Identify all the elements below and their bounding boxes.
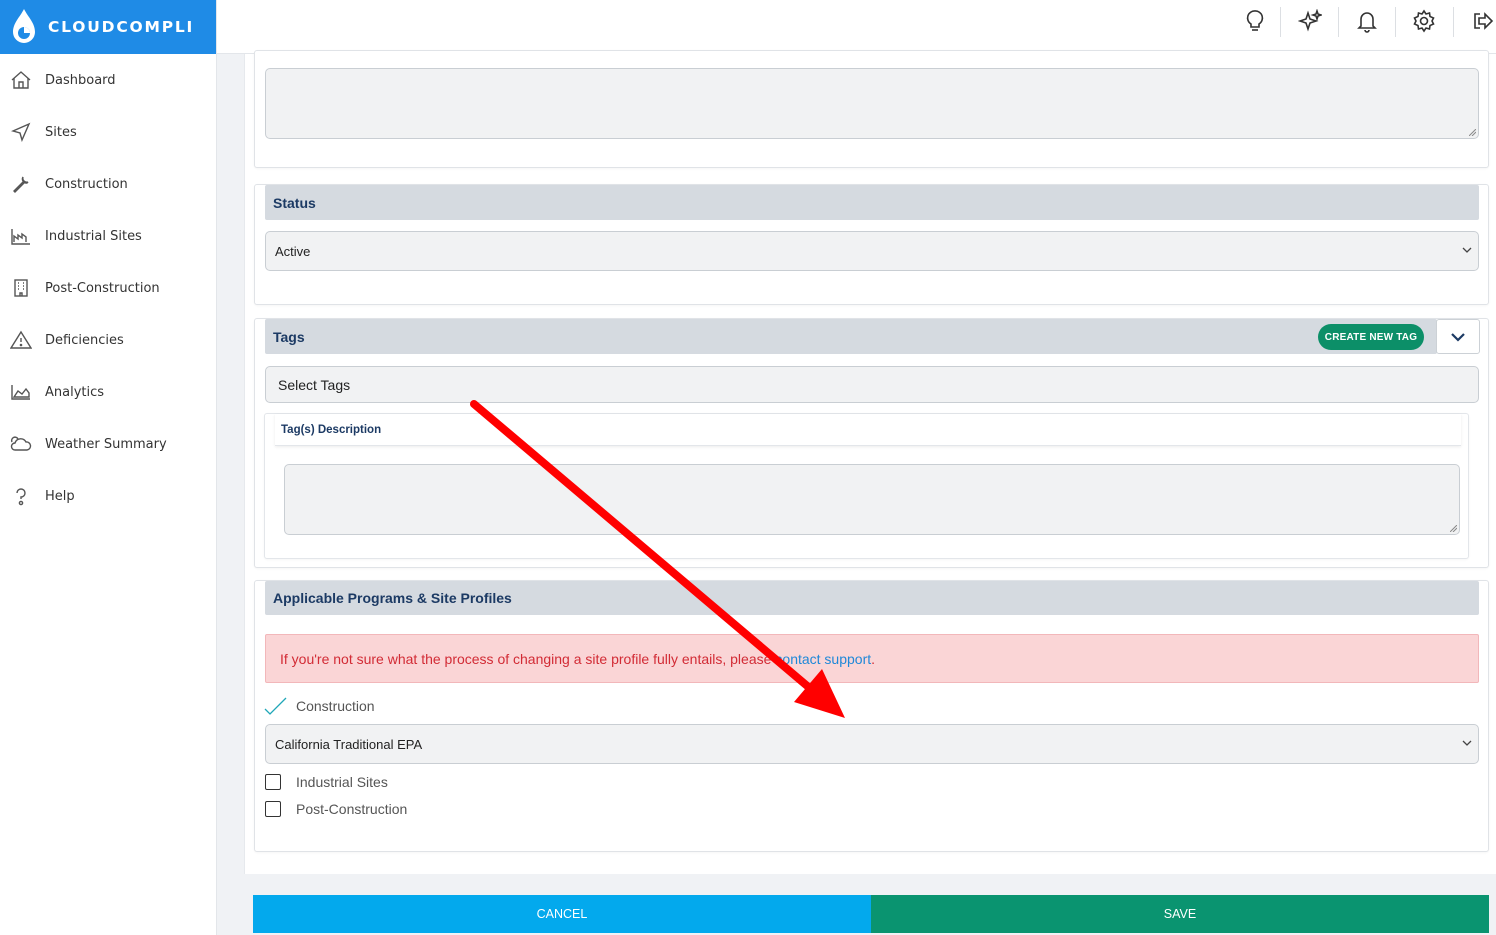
toolbar-divider: [1280, 7, 1281, 37]
post-construction-label: Post-Construction: [296, 801, 408, 817]
lightbulb-icon[interactable]: [1235, 6, 1275, 36]
description-textarea[interactable]: [265, 68, 1479, 139]
wrench-icon: [9, 172, 33, 196]
sidebar-item-label: Dashboard: [45, 72, 116, 88]
post-construction-checkbox[interactable]: [265, 801, 281, 817]
industrial-sites-program-row[interactable]: Industrial Sites: [265, 774, 388, 790]
resize-grip-icon: [1469, 129, 1476, 136]
factory-icon: [9, 224, 33, 248]
navigation-arrow-icon: [9, 120, 33, 144]
sidebar-item-deficiencies[interactable]: Deficiencies: [0, 314, 216, 366]
gear-icon[interactable]: [1404, 6, 1444, 36]
sidebar: CLOUDCOMPLI Dashboard Sites Construction…: [0, 0, 217, 935]
construction-profile-value: California Traditional EPA: [275, 736, 423, 752]
question-icon: [9, 484, 33, 508]
sidebar-item-label: Post-Construction: [45, 280, 160, 296]
tags-select[interactable]: Select Tags: [265, 366, 1479, 403]
tags-header: Tags: [265, 319, 1437, 354]
chevron-down-icon: [1462, 247, 1472, 253]
sidebar-item-label: Sites: [45, 124, 77, 140]
sidebar-item-label: Construction: [45, 176, 128, 192]
logout-icon[interactable]: [1462, 6, 1496, 36]
status-select[interactable]: Active: [265, 231, 1479, 271]
sidebar-item-weather-summary[interactable]: Weather Summary: [0, 418, 216, 470]
main-content: Status Active Tags CREATE NEW TAG Select…: [244, 50, 1496, 874]
cloudcompli-logo-icon: [13, 9, 35, 43]
sidebar-item-label: Help: [45, 488, 75, 504]
save-button[interactable]: SAVE: [871, 895, 1489, 933]
programs-header: Applicable Programs & Site Profiles: [265, 581, 1479, 615]
tags-card: Tags CREATE NEW TAG Select Tags Tag(s) D…: [254, 318, 1489, 568]
create-new-tag-button[interactable]: CREATE NEW TAG: [1318, 324, 1424, 350]
industrial-sites-label: Industrial Sites: [296, 774, 388, 790]
tag-description-textarea[interactable]: [284, 464, 1460, 535]
area-chart-icon: [9, 380, 33, 404]
status-header: Status: [265, 185, 1479, 220]
cloud-icon: [9, 432, 33, 456]
description-card: [254, 50, 1489, 168]
sidebar-item-label: Deficiencies: [45, 332, 124, 348]
sidebar-item-label: Weather Summary: [45, 436, 167, 452]
top-bar: [217, 0, 1496, 54]
tags-collapse-button[interactable]: [1436, 319, 1480, 354]
cancel-button[interactable]: CANCEL: [253, 895, 871, 933]
sidebar-item-construction[interactable]: Construction: [0, 158, 216, 210]
sidebar-item-sites[interactable]: Sites: [0, 106, 216, 158]
brand-header[interactable]: CLOUDCOMPLI: [0, 0, 216, 54]
construction-program-label: Construction: [296, 698, 375, 714]
tag-description-label: Tag(s) Description: [275, 414, 1461, 446]
programs-card: Applicable Programs & Site Profiles If y…: [254, 580, 1489, 852]
sidebar-nav: Dashboard Sites Construction Industrial …: [0, 54, 216, 522]
home-icon: [9, 68, 33, 92]
sidebar-item-analytics[interactable]: Analytics: [0, 366, 216, 418]
alert-text: If you're not sure what the process of c…: [280, 650, 772, 667]
alert-end: .: [871, 650, 876, 667]
sidebar-item-help[interactable]: Help: [0, 470, 216, 522]
warning-triangle-icon: [9, 328, 33, 352]
checkmark-icon: [264, 697, 287, 715]
brand-name: CLOUDCOMPLI: [48, 18, 195, 36]
resize-grip-icon: [1450, 525, 1457, 532]
bell-icon[interactable]: [1347, 6, 1387, 36]
sparkles-icon[interactable]: [1290, 6, 1330, 36]
toolbar-divider: [1453, 7, 1454, 37]
chevron-down-icon: [1451, 332, 1465, 342]
sidebar-item-label: Analytics: [45, 384, 105, 400]
sidebar-item-industrial-sites[interactable]: Industrial Sites: [0, 210, 216, 262]
construction-profile-select[interactable]: California Traditional EPA: [265, 724, 1479, 764]
tag-description-card: Tag(s) Description: [264, 413, 1469, 559]
building-icon: [9, 276, 33, 300]
status-card: Status Active: [254, 184, 1489, 305]
construction-program-row[interactable]: Construction: [264, 697, 375, 715]
industrial-sites-checkbox[interactable]: [265, 774, 281, 790]
toolbar-divider: [1338, 7, 1339, 37]
sidebar-item-dashboard[interactable]: Dashboard: [0, 54, 216, 106]
chevron-down-icon: [1462, 740, 1472, 746]
status-select-value: Active: [275, 243, 311, 259]
contact-support-link[interactable]: contact support: [775, 651, 871, 667]
sidebar-item-label: Industrial Sites: [45, 228, 142, 244]
sidebar-item-post-construction[interactable]: Post-Construction: [0, 262, 216, 314]
post-construction-program-row[interactable]: Post-Construction: [265, 801, 407, 817]
site-profile-alert: If you're not sure what the process of c…: [265, 634, 1479, 683]
toolbar-divider: [1395, 7, 1396, 37]
tags-select-placeholder: Select Tags: [278, 376, 351, 393]
